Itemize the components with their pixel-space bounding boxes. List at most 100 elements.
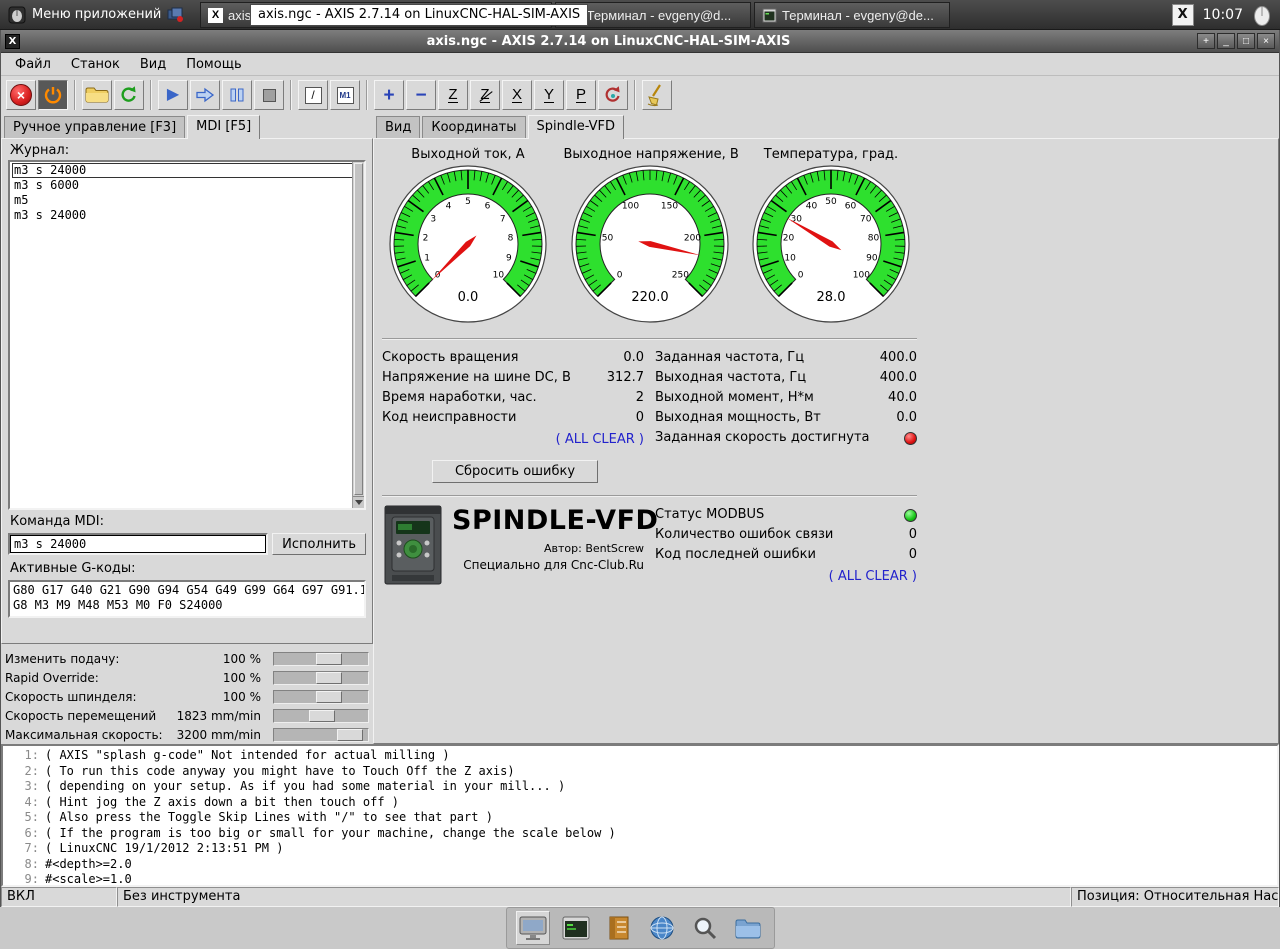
machine-power-button[interactable] [38,80,68,110]
execute-button[interactable]: Исполнить [272,533,366,555]
mdi-history-item[interactable]: m3 s 24000 [12,208,362,223]
toggle-optional-pause-button[interactable]: M1 [330,80,360,110]
gcode-line[interactable]: 5: ( Also press the Toggle Skip Lines wit… [7,810,1273,826]
titlebar[interactable]: X axis.ngc - AXIS 2.7.14 on LinuxCNC-HAL… [1,30,1279,53]
rotate-view-button[interactable] [598,80,628,110]
svg-text:1: 1 [424,253,430,263]
dock-web-browser-button[interactable] [645,911,679,945]
rapid-override-slider-handle[interactable] [316,672,342,684]
tab-preview[interactable]: Вид [376,116,421,138]
gcode-listing[interactable]: 1: ( AXIS "splash g-code" Not intended fo… [1,744,1279,887]
gcode-line[interactable]: 4: ( Hint jog the Z axis down a bit then … [7,795,1273,811]
spindle-override-slider[interactable] [273,690,369,704]
run-button[interactable]: ▶ [158,80,188,110]
zoom-in-button[interactable]: + [374,80,404,110]
all-clear-link-1[interactable]: ( ALL CLEAR ) [556,432,644,447]
window-controls: + _ □ × [1197,33,1275,49]
menu-help[interactable]: Помощь [176,55,251,74]
view-z-button[interactable]: Z [438,80,468,110]
window-minimize-button[interactable]: _ [1217,33,1235,49]
gcode-line[interactable]: 6: ( If the program is too big or small f… [7,826,1273,842]
search-icon [694,917,716,940]
gcode-line[interactable]: 3: ( depending on your setup. As if you h… [7,779,1273,795]
gcode-line[interactable]: 1: ( AXIS "splash g-code" Not intended fo… [7,748,1273,764]
dock-desktop-button[interactable] [515,911,550,945]
tab-mdi[interactable]: MDI [F5] [187,115,261,139]
menu-view[interactable]: Вид [130,55,176,74]
step-button[interactable] [190,80,220,110]
feed-override-slider[interactable] [273,652,369,666]
applications-menu-icon [8,6,26,23]
active-gcodes-label: Активные G-коды: [10,561,136,576]
gauge-title-output-current: Выходной ток, А [411,147,525,162]
reload-file-button[interactable] [114,80,144,110]
view-z-rotated-button[interactable]: Z [470,80,500,110]
max-velocity-slider-handle[interactable] [337,729,363,741]
vfd-stat-row: Напряжение на шине DC, В 312.7 [382,368,644,388]
feed-override-slider-handle[interactable] [316,653,342,665]
max-velocity-row: Максимальная скорость: 3200 mm/min [1,726,373,745]
gcode-line[interactable]: 9: #<scale>=1.0 [7,872,1273,885]
jog-speed-slider-handle[interactable] [309,710,335,722]
separator [382,338,917,340]
gcode-line-number: 5: [24,810,39,824]
taskbar-window-axis-label: axis [228,7,252,23]
tab-dro[interactable]: Координаты [422,116,526,138]
window-maximize-button[interactable]: □ [1237,33,1255,49]
taskbar-window-terminal-2[interactable]: Терминал - evgeny@de... [754,2,950,28]
view-p-icon: P [575,85,586,104]
view-x-button[interactable]: X [502,80,532,110]
gcode-line-number: 4: [24,794,39,809]
dock-terminal-button[interactable] [559,911,593,945]
rotate-icon [605,86,620,102]
zoom-out-button[interactable]: − [406,80,436,110]
pager-icon[interactable] [167,7,184,23]
zoom-out-icon: − [415,84,427,106]
mdi-history-listbox[interactable]: m3 s 24000 m3 s 6000 m5 m3 s 24000 [8,160,366,510]
max-velocity-slider[interactable] [273,728,369,742]
menu-file[interactable]: Файл [5,55,61,74]
view-y-button[interactable]: Y [534,80,564,110]
pause-icon [230,88,244,102]
mdi-history-item[interactable]: m3 s 6000 [12,178,362,193]
mdi-history-item[interactable]: m5 [12,193,362,208]
estop-button[interactable]: × [6,80,36,110]
spindle-override-slider-handle[interactable] [316,691,342,703]
window-rollup-button[interactable]: + [1197,33,1215,49]
svg-text:60: 60 [845,202,857,212]
clear-plot-button[interactable] [642,80,672,110]
mdi-history-item[interactable]: m3 s 24000 [12,163,362,178]
zoom-in-icon: + [383,84,395,106]
mouse-icon[interactable] [1252,3,1272,27]
gcode-line[interactable]: 7: ( LinuxCNC 19/1/2012 2:13:51 PM ) [7,841,1273,857]
dock-file-manager-button[interactable] [731,911,765,945]
applications-menu[interactable]: Меню приложений [0,6,200,24]
taskbar-window-terminal-1-label: [Терминал - evgeny@d... [583,7,732,23]
menu-machine[interactable]: Станок [61,55,130,74]
scrollbar-thumb[interactable] [354,163,363,495]
jog-speed-slider[interactable] [273,709,369,723]
pause-button[interactable] [222,80,252,110]
dock-search-button[interactable] [688,911,722,945]
gcode-line[interactable]: 2: ( To run this code anyway you might ha… [7,764,1273,780]
scrollbar-down-arrow[interactable] [353,496,364,508]
status-position: Позиция: Относительная Насто [1071,887,1279,907]
toggle-skip-lines-button[interactable]: / [298,80,328,110]
svg-text:220.0: 220.0 [631,290,668,305]
mdi-command-input[interactable] [8,533,269,555]
view-p-button[interactable]: P [566,80,596,110]
window-close-button[interactable]: × [1257,33,1275,49]
tab-manual-control[interactable]: Ручное управление [F3] [4,116,186,138]
stop-button[interactable] [254,80,284,110]
applications-menu-label[interactable]: Меню приложений [32,7,161,22]
all-clear-link-2[interactable]: ( ALL CLEAR ) [829,569,917,584]
open-file-button[interactable] [82,80,112,110]
keyboard-layout-indicator[interactable]: X [1171,3,1194,26]
gcode-line[interactable]: 8: #<depth>=2.0 [7,857,1273,873]
reset-error-button[interactable]: Сбросить ошибку [432,460,598,483]
history-scrollbar[interactable] [352,162,364,508]
rapid-override-slider[interactable] [273,671,369,685]
dock-documents-button[interactable] [602,911,636,945]
tab-spindle-vfd[interactable]: Spindle-VFD [527,115,625,139]
desktop: Меню приложений X axis axis.ngc - AXIS 2… [0,0,1280,949]
